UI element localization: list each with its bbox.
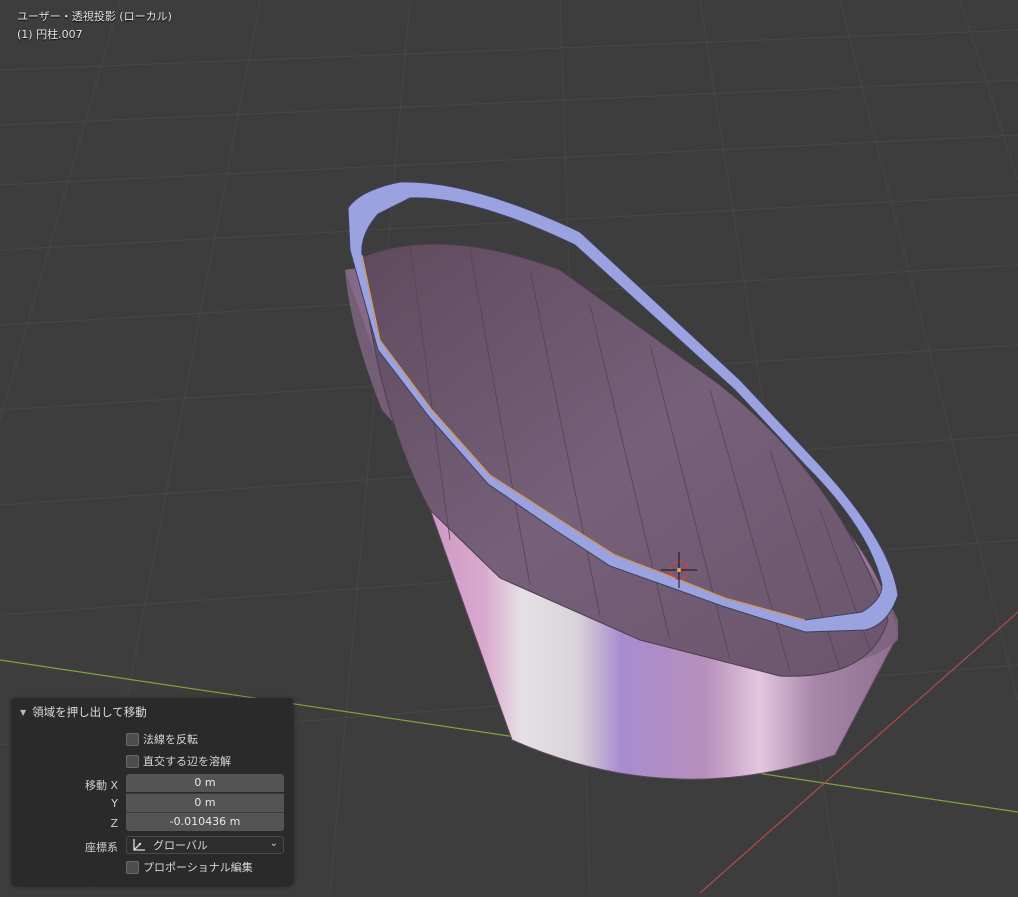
dissolve-edges-label: 直交する辺を溶解 [143,755,231,768]
move-x-label: 移動 X [84,779,118,792]
move-y-field[interactable]: 0 m [126,793,284,813]
operator-panel[interactable]: ▼ 領域を押し出して移動 法線を反転 直交する辺を溶解 移動 X 0 m Y 0… [12,698,293,885]
dissolve-edges-row[interactable]: 直交する辺を溶解 [126,753,231,769]
active-object-label: (1) 円柱.007 [17,28,83,41]
orientation-label: 座標系 [85,841,118,854]
proportional-label: プロポーショナル編集 [143,861,253,874]
flip-normals-row[interactable]: 法線を反転 [126,731,198,747]
flip-normals-label: 法線を反転 [143,733,198,746]
move-x-field[interactable]: 0 m [126,774,284,792]
orientation-value: グローバル [153,839,208,852]
panel-title: 領域を押し出して移動 [32,705,147,719]
panel-header[interactable]: ▼ 領域を押し出して移動 [20,704,147,720]
dissolve-edges-checkbox[interactable] [126,754,139,768]
orientation-dropdown[interactable]: グローバル ⌄ [126,836,284,854]
move-z-field[interactable]: -0.010436 m [126,813,284,831]
triangle-down-icon[interactable]: ▼ [20,708,26,717]
view-name-label: ユーザー・透視投影 (ローカル) [17,10,172,23]
flip-normals-checkbox[interactable] [126,732,139,746]
axes-icon [133,839,145,851]
move-y-label: Y [111,797,118,810]
proportional-row[interactable]: プロポーショナル編集 [126,859,253,875]
move-z-label: Z [110,817,118,830]
chevron-down-icon: ⌄ [269,838,278,849]
proportional-checkbox[interactable] [126,860,139,874]
